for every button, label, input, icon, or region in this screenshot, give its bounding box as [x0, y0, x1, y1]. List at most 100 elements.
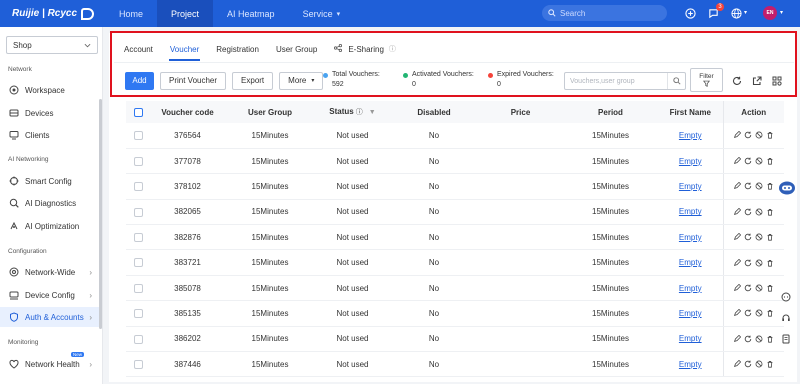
- column-header-voucher-code[interactable]: Voucher code: [150, 101, 225, 123]
- disable-icon[interactable]: [755, 233, 763, 241]
- reset-icon[interactable]: [744, 360, 752, 368]
- delete-icon[interactable]: [766, 131, 774, 140]
- avatar-chevron-icon[interactable]: ▾: [780, 9, 783, 16]
- column-header-price[interactable]: Price: [478, 101, 563, 123]
- sidebar-item-auth-accounts[interactable]: Auth & Accounts ›: [0, 307, 100, 327]
- delete-icon[interactable]: [766, 157, 774, 165]
- globe-icon[interactable]: [729, 6, 743, 20]
- message-icon[interactable]: 3: [706, 3, 724, 20]
- reset-icon[interactable]: [744, 335, 752, 343]
- grid-settings-icon[interactable]: [771, 75, 782, 86]
- brand-logo[interactable]: Ruijie | Rcycc: [0, 0, 105, 27]
- row-checkbox[interactable]: [133, 283, 143, 293]
- disable-icon[interactable]: [755, 335, 763, 343]
- headset-icon[interactable]: [781, 313, 791, 323]
- column-header-disabled[interactable]: Disabled: [390, 101, 478, 123]
- edit-icon[interactable]: [733, 207, 742, 216]
- reset-icon[interactable]: [744, 208, 752, 216]
- disable-icon[interactable]: [755, 131, 763, 139]
- refresh-icon[interactable]: [731, 75, 742, 86]
- avatar[interactable]: EN: [763, 6, 777, 20]
- first-name-link[interactable]: Empty: [679, 334, 702, 343]
- sidebar-item-workspace[interactable]: Workspace: [0, 80, 100, 100]
- reset-icon[interactable]: [744, 309, 752, 317]
- row-checkbox[interactable]: [133, 207, 143, 217]
- edit-icon[interactable]: [733, 334, 742, 343]
- sidebar-item-network-wide[interactable]: Network-Wide ›: [0, 262, 100, 282]
- first-name-link[interactable]: Empty: [679, 157, 702, 166]
- disable-icon[interactable]: [755, 157, 763, 165]
- disable-icon[interactable]: [755, 182, 763, 190]
- reset-icon[interactable]: [744, 284, 752, 292]
- nav-service[interactable]: Service ▾: [289, 0, 355, 27]
- edit-icon[interactable]: [733, 309, 742, 317]
- delete-icon[interactable]: [766, 335, 774, 343]
- chat-icon[interactable]: [781, 292, 791, 302]
- nav-home[interactable]: Home: [105, 0, 157, 27]
- disable-icon[interactable]: [755, 309, 763, 317]
- disable-icon[interactable]: [755, 208, 763, 216]
- document-icon[interactable]: [781, 334, 791, 344]
- add-circle-icon[interactable]: [683, 6, 697, 20]
- sidebar-item-network-health[interactable]: Network Health New ›: [0, 352, 100, 374]
- edit-icon[interactable]: [733, 284, 742, 292]
- first-name-link[interactable]: Empty: [679, 284, 702, 293]
- tab-user-group[interactable]: User Group: [276, 42, 317, 56]
- first-name-link[interactable]: Empty: [679, 360, 702, 369]
- filter-icon[interactable]: ▼: [369, 109, 376, 116]
- first-name-link[interactable]: Empty: [679, 258, 702, 267]
- delete-icon[interactable]: [766, 284, 774, 292]
- row-checkbox[interactable]: [133, 309, 143, 319]
- column-header-user-group[interactable]: User Group: [225, 101, 315, 123]
- first-name-link[interactable]: Empty: [679, 309, 702, 318]
- add-button[interactable]: Add: [125, 71, 154, 90]
- global-search[interactable]: Search: [542, 5, 667, 21]
- nav-project[interactable]: Project: [157, 0, 214, 27]
- delete-icon[interactable]: [766, 182, 774, 191]
- row-checkbox[interactable]: [133, 359, 143, 369]
- disable-icon[interactable]: [755, 284, 763, 292]
- delete-icon[interactable]: [766, 233, 774, 241]
- more-dropdown[interactable]: More ▾: [279, 71, 324, 90]
- shop-select[interactable]: Shop: [6, 36, 98, 54]
- nav-ai-heatmap[interactable]: AI Heatmap: [213, 0, 289, 27]
- column-header-period[interactable]: Period: [563, 101, 658, 123]
- sidebar-item-ai-optimization[interactable]: AI Optimization: [0, 216, 100, 236]
- row-checkbox[interactable]: [133, 131, 143, 141]
- row-checkbox[interactable]: [133, 182, 143, 192]
- first-name-link[interactable]: Empty: [679, 207, 702, 216]
- language-chevron-icon[interactable]: ▾: [744, 9, 747, 16]
- voucher-search-input[interactable]: Vouchers,user group: [564, 72, 686, 90]
- reset-icon[interactable]: [744, 182, 752, 190]
- edit-icon[interactable]: [733, 258, 742, 267]
- first-name-link[interactable]: Empty: [679, 131, 702, 140]
- disable-icon[interactable]: [755, 360, 763, 368]
- edit-icon[interactable]: [733, 131, 742, 139]
- edit-icon[interactable]: [733, 233, 742, 241]
- info-icon[interactable]: ⓘ: [356, 109, 363, 116]
- delete-icon[interactable]: [766, 259, 774, 267]
- assistant-robot-icon[interactable]: [778, 180, 796, 196]
- tab-e-sharing[interactable]: E-Sharing ⓘ: [334, 42, 396, 56]
- filter-button[interactable]: Filter: [690, 68, 723, 92]
- reset-icon[interactable]: [744, 157, 752, 165]
- delete-icon[interactable]: [766, 360, 774, 368]
- export-button[interactable]: Export: [232, 71, 274, 90]
- external-link-icon[interactable]: [751, 75, 762, 86]
- first-name-link[interactable]: Empty: [679, 233, 702, 242]
- select-all-checkbox[interactable]: [133, 107, 143, 117]
- edit-icon[interactable]: [733, 182, 742, 190]
- edit-icon[interactable]: [733, 157, 742, 165]
- row-checkbox[interactable]: [133, 258, 143, 268]
- info-icon[interactable]: ⓘ: [389, 44, 396, 54]
- print-voucher-button[interactable]: Print Voucher: [160, 71, 227, 90]
- tab-registration[interactable]: Registration: [216, 42, 259, 56]
- reset-icon[interactable]: [744, 233, 752, 241]
- search-icon[interactable]: [667, 73, 685, 89]
- sidebar-item-devices[interactable]: Devices: [0, 103, 100, 123]
- edit-icon[interactable]: [733, 360, 742, 368]
- row-checkbox[interactable]: [133, 232, 143, 242]
- column-header-first-name[interactable]: First Name: [658, 101, 723, 123]
- tab-account[interactable]: Account: [124, 42, 153, 56]
- disable-icon[interactable]: [755, 259, 763, 267]
